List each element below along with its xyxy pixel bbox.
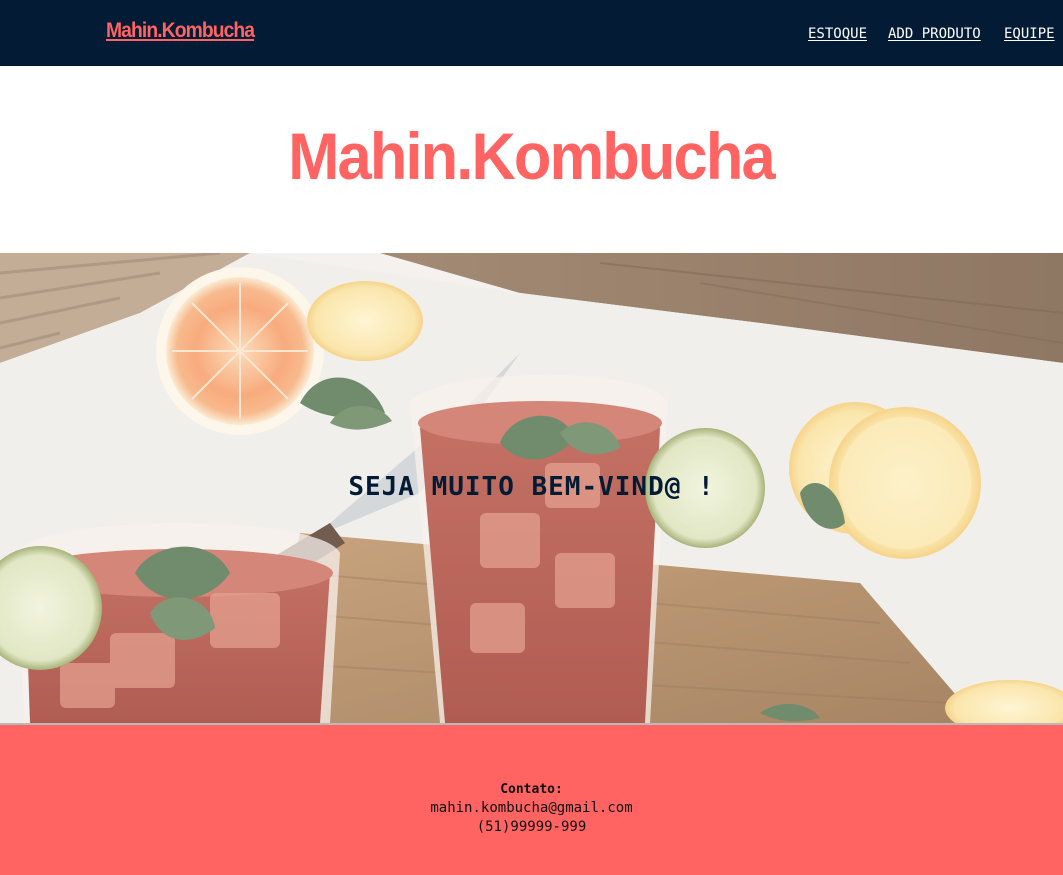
footer: Contato: mahin.kombucha@gmail.com (51)99…	[0, 725, 1063, 875]
contact-email: mahin.kombucha@gmail.com	[430, 800, 633, 816]
brand-logo-link[interactable]: Mahin.Kombucha	[106, 19, 255, 43]
contact-heading: Contato:	[500, 782, 563, 797]
page-title-text: Mahin.Kombucha	[288, 119, 776, 193]
contact-phone: (51)99999-999	[476, 819, 587, 835]
page-title: Mahin.Kombucha	[0, 118, 1063, 194]
welcome-message: SEJA MUITO BEM-VIND@ !	[348, 472, 715, 502]
navbar: Mahin.Kombucha ESTOQUE ADD PRODUTO EQUIP…	[0, 0, 1063, 66]
nav-link-estoque[interactable]: ESTOQUE	[808, 26, 867, 42]
nav-link-add-produto[interactable]: ADD PRODUTO	[888, 26, 981, 42]
nav-link-equipe[interactable]: EQUIPE	[1004, 26, 1055, 42]
welcome-banner: SEJA MUITO BEM-VIND@ !	[0, 253, 1063, 723]
